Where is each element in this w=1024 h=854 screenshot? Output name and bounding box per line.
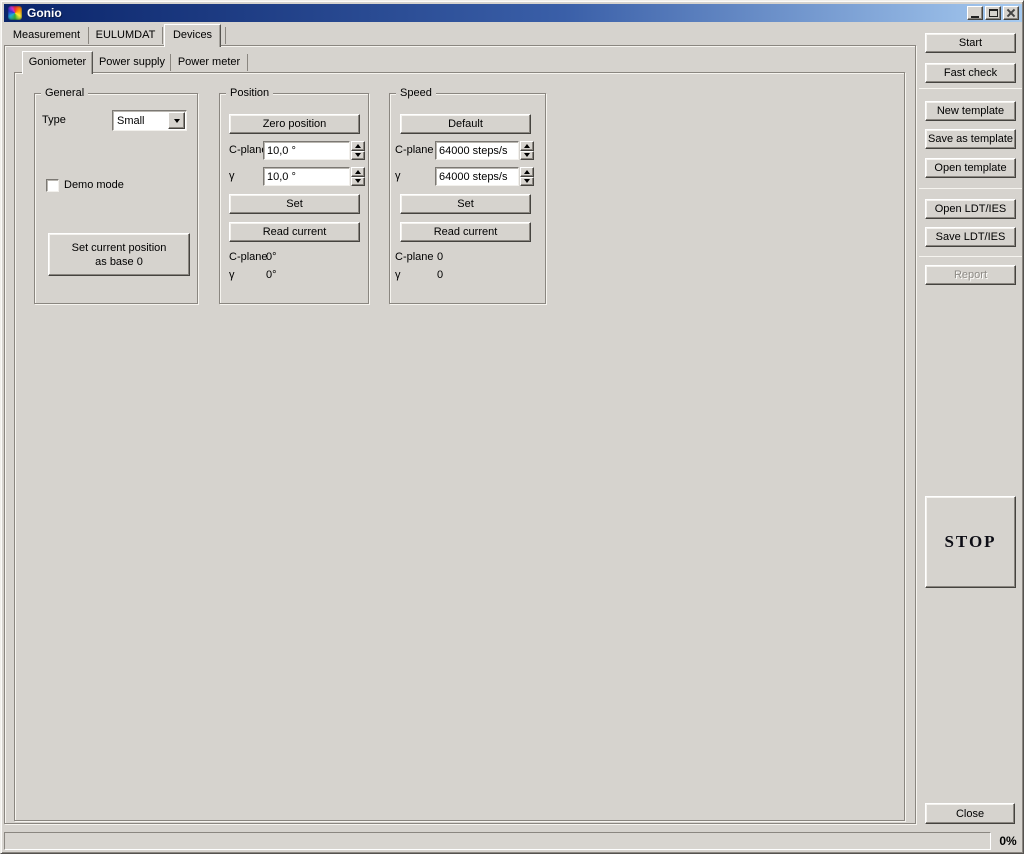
app-window: Gonio Measurement EULUMDAT Devices Gonio…: [0, 0, 1024, 854]
spin-down-button[interactable]: [351, 151, 365, 161]
window-title: Gonio: [27, 6, 62, 20]
speed-cplane-input[interactable]: [435, 141, 519, 160]
position-current-gamma-label: γ: [229, 269, 235, 282]
position-cplane-label: C-plane: [229, 141, 268, 160]
demo-mode-label: Demo mode: [64, 179, 124, 192]
type-dropdown[interactable]: Small: [112, 110, 187, 131]
arrow-down-icon: [355, 153, 361, 157]
sidebar-separator: [919, 188, 1022, 189]
tab-separator: [225, 27, 226, 44]
progress-bar: [4, 832, 991, 850]
type-dropdown-value: Small: [113, 115, 168, 127]
position-current-cplane-label: C-plane: [229, 251, 268, 264]
arrow-up-icon: [524, 144, 530, 148]
general-group-caption: General: [41, 87, 88, 100]
tab-separator: [247, 54, 248, 71]
titlebar: Gonio: [4, 4, 1022, 22]
start-button[interactable]: Start: [925, 33, 1016, 53]
arrow-up-icon: [524, 170, 530, 174]
position-cplane-stepper[interactable]: [351, 141, 365, 160]
minimize-icon: [971, 16, 979, 18]
tab-goniometer[interactable]: Goniometer: [22, 51, 93, 74]
spin-up-button[interactable]: [520, 167, 534, 177]
type-dropdown-button[interactable]: [168, 112, 185, 129]
spin-up-button[interactable]: [351, 141, 365, 151]
position-group-caption: Position: [226, 87, 273, 100]
set-base-button-line2: as base 0: [95, 255, 143, 269]
speed-set-button[interactable]: Set: [400, 194, 531, 214]
demo-mode-checkbox[interactable]: [46, 179, 59, 192]
speed-gamma-stepper[interactable]: [520, 167, 534, 186]
arrow-up-icon: [355, 144, 361, 148]
sidebar-separator: [919, 256, 1022, 257]
close-icon: [1006, 8, 1016, 18]
set-base-button-line1: Set current position: [72, 241, 167, 255]
new-template-button[interactable]: New template: [925, 101, 1016, 121]
tab-power-supply[interactable]: Power supply: [95, 54, 169, 71]
fast-check-button[interactable]: Fast check: [925, 63, 1016, 83]
speed-current-cplane-label: C-plane: [395, 251, 434, 264]
speed-gamma-input[interactable]: [435, 167, 519, 186]
speed-gamma-label: γ: [395, 167, 401, 186]
set-base-button[interactable]: Set current position as base 0: [48, 233, 190, 276]
position-read-current-button[interactable]: Read current: [229, 222, 360, 242]
app-icon: [8, 6, 22, 20]
tab-measurement[interactable]: Measurement: [5, 27, 88, 44]
speed-default-button[interactable]: Default: [400, 114, 531, 134]
arrow-down-icon: [524, 179, 530, 183]
minimize-button[interactable]: [967, 6, 983, 20]
open-template-button[interactable]: Open template: [925, 158, 1016, 178]
spin-up-button[interactable]: [351, 167, 365, 177]
speed-current-gamma-label: γ: [395, 269, 401, 282]
arrow-down-icon: [524, 153, 530, 157]
tab-separator: [162, 27, 163, 44]
position-set-button[interactable]: Set: [229, 194, 360, 214]
position-gamma-stepper[interactable]: [351, 167, 365, 186]
arrow-up-icon: [355, 170, 361, 174]
tab-separator: [170, 54, 171, 71]
position-cplane-input[interactable]: [263, 141, 350, 160]
position-current-cplane-value: 0°: [266, 251, 277, 264]
position-group: Position Zero position C-plane γ Set Rea…: [219, 93, 369, 304]
save-ldt-ies-button[interactable]: Save LDT/IES: [925, 227, 1016, 247]
chevron-down-icon: [174, 119, 180, 123]
maximize-button[interactable]: [985, 6, 1001, 20]
position-current-gamma-value: 0°: [266, 269, 277, 282]
speed-group-caption: Speed: [396, 87, 436, 100]
close-button[interactable]: Close: [925, 803, 1015, 824]
spin-up-button[interactable]: [520, 141, 534, 151]
speed-cplane-stepper[interactable]: [520, 141, 534, 160]
maximize-icon: [989, 9, 998, 17]
type-label: Type: [42, 110, 66, 131]
stop-button[interactable]: STOP: [925, 496, 1016, 588]
arrow-down-icon: [355, 179, 361, 183]
speed-cplane-label: C-plane: [395, 141, 434, 160]
zero-position-button[interactable]: Zero position: [229, 114, 360, 134]
progress-percent-label: 0%: [993, 832, 1023, 850]
speed-group: Speed Default C-plane γ Set Read current…: [389, 93, 546, 304]
speed-read-current-button[interactable]: Read current: [400, 222, 531, 242]
position-gamma-label: γ: [229, 167, 235, 186]
report-button: Report: [925, 265, 1016, 285]
tab-power-meter[interactable]: Power meter: [173, 54, 245, 71]
general-group: General Type Small Demo mode Set current…: [34, 93, 198, 304]
spin-down-button[interactable]: [351, 177, 365, 187]
tab-devices[interactable]: Devices: [164, 24, 221, 47]
position-gamma-input[interactable]: [263, 167, 350, 186]
speed-current-cplane-value: 0: [437, 251, 443, 264]
spin-down-button[interactable]: [520, 177, 534, 187]
sidebar-separator: [919, 88, 1022, 89]
close-window-button[interactable]: [1003, 6, 1019, 20]
open-ldt-ies-button[interactable]: Open LDT/IES: [925, 199, 1016, 219]
tab-eulumdat[interactable]: EULUMDAT: [89, 27, 162, 44]
spin-down-button[interactable]: [520, 151, 534, 161]
speed-current-gamma-value: 0: [437, 269, 443, 282]
save-as-template-button[interactable]: Save as template: [925, 129, 1016, 149]
